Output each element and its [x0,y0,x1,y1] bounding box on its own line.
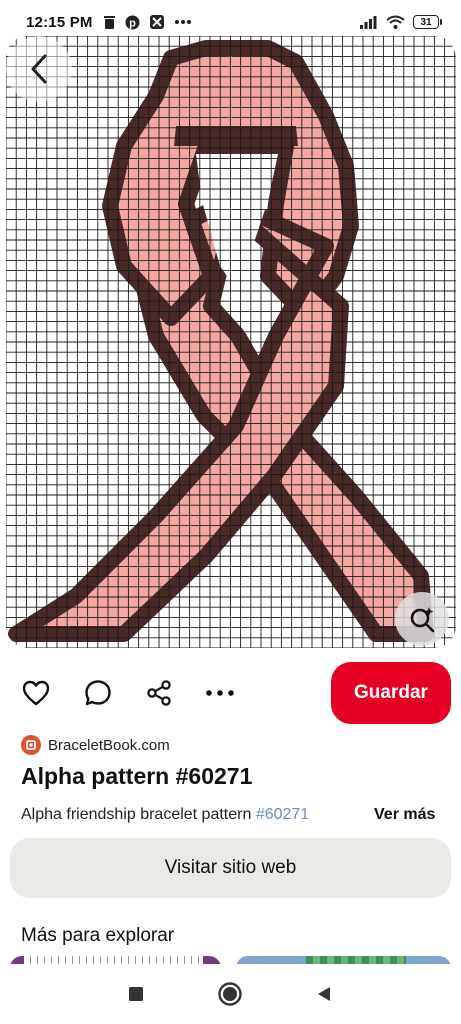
explore-section-title: Más para explorar [21,925,175,946]
share-icon [147,680,171,706]
trash-icon [103,16,115,29]
chevron-left-icon [31,54,47,84]
pin-title: Alpha pattern #60271 [21,763,253,789]
source-name: BraceletBook.com [48,736,170,754]
share-button[interactable] [144,678,174,708]
recent-apps-button[interactable] [122,980,150,1008]
signal-icon [360,16,377,29]
more-dots-icon [174,20,191,24]
source-logo-icon [21,735,41,755]
battery-icon: 31 [413,15,442,29]
heart-icon [22,680,50,706]
lens-search-icon [410,607,435,633]
pinterest-icon: p [125,15,140,29]
visit-website-button[interactable]: Visitar sitio web [10,838,451,898]
back-button[interactable] [6,36,72,102]
see-more-link[interactable]: Ver más [374,806,435,824]
ribbon-pattern-image [6,36,456,648]
description-fade [300,800,370,830]
wifi-icon [386,15,405,29]
like-button[interactable] [21,678,51,708]
visual-search-button[interactable] [395,592,449,646]
pattern-grid [6,36,456,648]
pin-description-text: Alpha friendship bracelet pattern [21,806,256,823]
status-notification-icons: p [103,14,192,30]
battery-level: 31 [420,16,432,28]
app-icon [149,15,164,29]
system-navigation-bar [0,964,461,1024]
pin-image[interactable] [6,36,456,648]
triangle-back-icon [318,987,330,1001]
status-system-icons: 31 [359,15,442,29]
square-icon [129,987,143,1001]
status-time: 12:15 PM [26,13,93,31]
save-button[interactable]: Guardar [331,662,451,724]
comment-icon [85,680,111,706]
pin-source[interactable]: BraceletBook.com [21,734,170,756]
more-options-button[interactable] [205,678,235,708]
home-button[interactable] [216,980,244,1008]
svg-text:p: p [129,17,136,29]
circle-home-icon [218,982,242,1006]
more-icon [206,690,234,696]
comment-button[interactable] [83,678,113,708]
back-nav-button[interactable] [310,980,338,1008]
